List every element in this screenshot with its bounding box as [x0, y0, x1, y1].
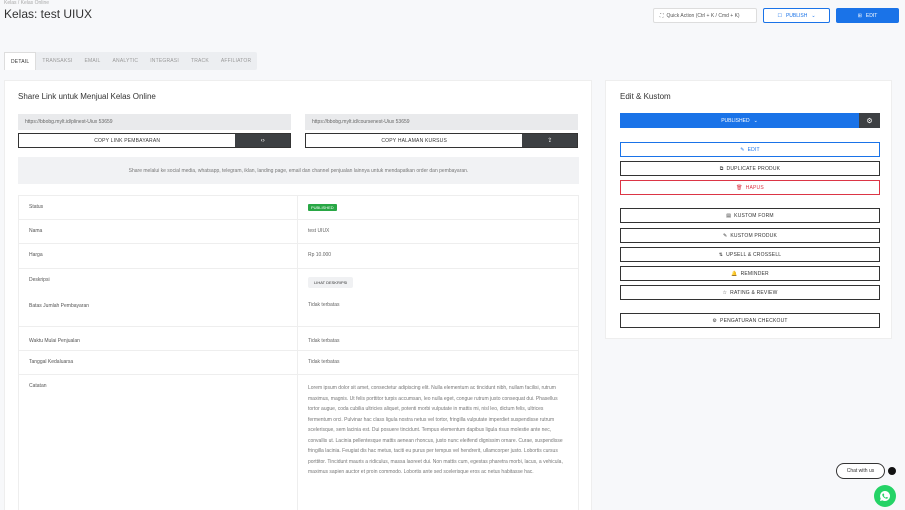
tab-detail[interactable]: DETAIL: [4, 52, 37, 70]
limit-value: Tidak terbatas: [308, 302, 340, 308]
expire-value: Tidak terbatas: [298, 351, 579, 374]
table-row: Nama test UIUX: [18, 220, 579, 244]
tab-analytic[interactable]: ANALYTIC: [107, 52, 145, 70]
gear-icon: ⚙: [712, 317, 718, 324]
status-label: Status: [18, 196, 298, 219]
share-title: Share Link untuk Menjual Kelas Online: [18, 92, 156, 101]
name-label: Nama: [18, 220, 298, 243]
table-row: Catatan Lorem ipsum dolor sit amet, cons…: [18, 375, 579, 510]
table-row: Deskripsi Batas Jumlah Pembayaran LIHAT …: [18, 269, 579, 327]
edit-icon: ⊞: [857, 12, 862, 19]
edit-button[interactable]: ⊞ EDIT: [836, 8, 899, 23]
custom-produk-label: KUSTOM PRODUK: [730, 232, 778, 239]
tab-bar: DETAIL TRANSAKSI EMAIL ANALYTIC INTEGRAS…: [4, 52, 258, 70]
course-url-field[interactable]: https://bbobg.mylt.id/coursenest-Uiux 53…: [305, 114, 578, 130]
publish-icon: ☐: [777, 12, 782, 19]
checkout-settings-button[interactable]: ⚙ PENGATURAN CHECKOUT: [620, 313, 880, 328]
chat-close-icon[interactable]: [888, 467, 896, 475]
price-label: Harga: [18, 244, 298, 268]
breadcrumb: Kelas / Kelas Online: [4, 0, 50, 6]
reminder-button[interactable]: 🔔 REMINDER: [620, 266, 880, 281]
quick-action-button[interactable]: ⛶ Quick Action (Ctrl + K / Cmd + K): [653, 8, 757, 23]
upsell-icon: ⇅: [718, 251, 724, 258]
tab-track[interactable]: TRACK: [185, 52, 215, 70]
page-title: Kelas: test UIUX: [4, 7, 93, 21]
desc-value-cell: LIHAT DESKRIPSI Tidak terbatas: [298, 269, 579, 326]
checkout-label: PENGATURAN CHECKOUT: [720, 317, 788, 324]
gear-icon[interactable]: ⚙: [859, 113, 880, 128]
quick-action-label: Quick Action (Ctrl + K / Cmd + K): [666, 12, 740, 19]
publish-button[interactable]: ☐ PUBLISH ⌄: [763, 8, 830, 23]
expand-icon: ⛶: [660, 12, 664, 19]
upsell-label: UPSELL & CROSSELL: [726, 251, 782, 258]
status-cell: PUBLISHED: [298, 196, 579, 219]
status-badge: PUBLISHED: [308, 204, 337, 211]
delete-button[interactable]: 🗑 HAPUS: [620, 180, 880, 195]
top-actions: ⛶ Quick Action (Ctrl + K / Cmd + K) ☐ PU…: [653, 8, 899, 23]
tab-transaksi[interactable]: TRANSAKSI: [36, 52, 78, 70]
copy-icon: ⧉: [719, 165, 724, 172]
payment-url-field[interactable]: https://bbobg.mylt.id/plinest-Uiux 53659: [18, 114, 291, 130]
star-icon: ☆: [722, 289, 728, 296]
time-label: Waktu Mulai Penjualan: [18, 327, 298, 350]
share-note: Share melalui ke social media, whatsapp,…: [18, 157, 579, 184]
whatsapp-icon: [880, 490, 891, 501]
whatsapp-button[interactable]: [874, 485, 896, 507]
copy-payment-row: COPY LINK PEMBAYARAN ‹›: [18, 133, 291, 148]
chevron-down-icon: ⌄: [753, 117, 758, 124]
delete-label: HAPUS: [745, 184, 764, 191]
limit-label: Batas Jumlah Pembayaran: [29, 303, 90, 309]
detail-table: Status PUBLISHED Nama test UIUX Harga Rp…: [18, 195, 579, 510]
custom-produk-button[interactable]: ✎ KUSTOM PRODUK: [620, 228, 880, 243]
published-label: PUBLISHED: [721, 117, 750, 124]
trash-icon: 🗑: [736, 184, 743, 191]
notes-label: Catatan: [18, 375, 298, 510]
table-row: Tanggal Kedaluarsa Tidak terbatas: [18, 351, 579, 375]
published-dropdown[interactable]: PUBLISHED ⌄: [620, 113, 859, 128]
reminder-label: REMINDER: [740, 270, 769, 277]
upsell-button[interactable]: ⇅ UPSELL & CROSSELL: [620, 247, 880, 262]
time-value: Tidak terbatas: [298, 327, 579, 350]
desc-label: Deskripsi: [29, 277, 50, 283]
view-description-button[interactable]: LIHAT DESKRIPSI: [308, 277, 354, 288]
custom-form-label: KUSTOM FORM: [734, 212, 774, 219]
table-row: Harga Rp 10.000: [18, 244, 579, 269]
copy-course-button[interactable]: COPY HALAMAN KURSUS: [306, 134, 523, 147]
table-row: Status PUBLISHED: [18, 196, 579, 220]
panel-edit-label: EDIT: [747, 146, 760, 153]
panel-title: Edit & Kustom: [620, 92, 671, 101]
copy-course-row: COPY HALAMAN KURSUS ⇪: [305, 133, 578, 148]
desc-label-cell: Deskripsi Batas Jumlah Pembayaran: [18, 269, 298, 326]
chat-button[interactable]: Chat with us: [836, 463, 885, 479]
duplicate-label: DUPLICATE PRODUK: [726, 165, 781, 172]
edit-icon: ✎: [740, 146, 745, 153]
publish-label: PUBLISH: [785, 12, 808, 19]
expire-label: Tanggal Kedaluarsa: [18, 351, 298, 374]
edit-icon: ✎: [722, 232, 728, 239]
name-value: test UIUX: [298, 220, 579, 243]
edit-panel: Edit & Kustom PUBLISHED ⌄ ⚙ ✎ EDIT ⧉ DUP…: [605, 80, 892, 339]
form-icon: ▤: [726, 212, 732, 219]
rating-button[interactable]: ☆ RATING & REVIEW: [620, 285, 880, 300]
panel-edit-button[interactable]: ✎ EDIT: [620, 142, 880, 157]
code-icon[interactable]: ‹›: [235, 134, 290, 147]
rating-label: RATING & REVIEW: [730, 289, 778, 296]
custom-form-button[interactable]: ▤ KUSTOM FORM: [620, 208, 880, 223]
tab-affiliator[interactable]: AFFILIATOR: [215, 52, 257, 70]
tab-integrasi[interactable]: INTEGRASI: [144, 52, 185, 70]
duplicate-button[interactable]: ⧉ DUPLICATE PRODUK: [620, 161, 880, 176]
notes-value: Lorem ipsum dolor sit amet, consectetur …: [298, 375, 579, 510]
bell-icon: 🔔: [731, 270, 738, 277]
tab-email[interactable]: EMAIL: [78, 52, 106, 70]
copy-payment-button[interactable]: COPY LINK PEMBAYARAN: [19, 134, 236, 147]
table-row: Waktu Mulai Penjualan Tidak terbatas: [18, 327, 579, 351]
share-card: Share Link untuk Menjual Kelas Online ht…: [4, 80, 592, 510]
edit-label: EDIT: [865, 12, 878, 19]
chevron-down-icon: ⌄: [811, 12, 816, 19]
price-value: Rp 10.000: [298, 244, 579, 268]
publish-status-row: PUBLISHED ⌄ ⚙: [620, 113, 880, 128]
share-icon[interactable]: ⇪: [522, 134, 577, 147]
